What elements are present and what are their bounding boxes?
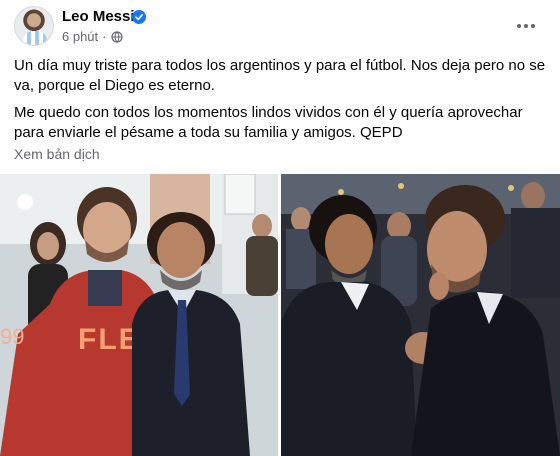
verified-badge-icon: [132, 10, 146, 24]
post-meta: 6 phút ·: [62, 29, 123, 44]
post-text-paragraph-2: Me quedo con todos los momentos lindos v…: [14, 104, 523, 141]
post-photos: 99 FLE: [0, 174, 560, 456]
more-dot: [517, 24, 521, 28]
meta-separator: ·: [102, 29, 107, 44]
jersey-number: 99: [0, 324, 24, 349]
more-dot: [524, 24, 528, 28]
post-text-paragraph-1: Un día muy triste para todos los argenti…: [14, 57, 546, 94]
facebook-post: Leo Messi 6 phút · Un día muy triste par…: [0, 0, 560, 456]
globe-icon: [110, 30, 123, 43]
jersey-print: FLE: [78, 323, 141, 356]
author-avatar[interactable]: [14, 6, 54, 46]
see-translation-link[interactable]: Xem bản dịch: [14, 146, 100, 162]
more-dot: [531, 24, 535, 28]
photo-messi-maradona-1[interactable]: 99 FLE: [0, 174, 278, 456]
more-options-icon[interactable]: [514, 18, 538, 34]
photo-messi-maradona-2[interactable]: [281, 174, 560, 456]
avatar-shirt: [23, 31, 47, 45]
author-name[interactable]: Leo Messi: [62, 8, 135, 25]
post-header: Leo Messi 6 phút ·: [0, 0, 560, 52]
post-timestamp[interactable]: 6 phút: [62, 29, 98, 44]
